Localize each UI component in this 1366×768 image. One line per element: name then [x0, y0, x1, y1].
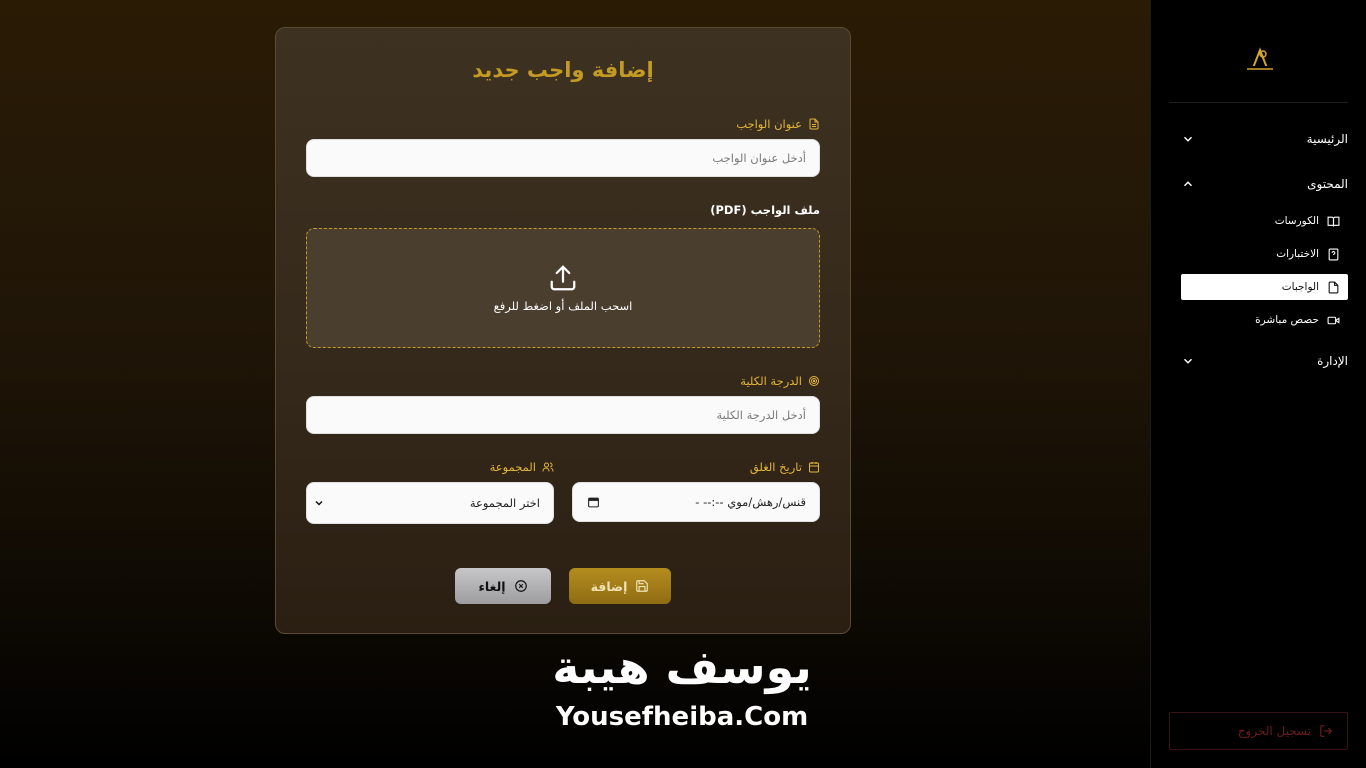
nav-admin[interactable]: الإدارة	[1181, 349, 1348, 373]
chevron-down-icon	[1183, 358, 1193, 364]
nav-content[interactable]: المحتوى	[1181, 172, 1348, 196]
target-icon	[809, 376, 819, 386]
total-grade-input[interactable]: أدخل الدرجة الكلية	[306, 396, 820, 434]
sidebar-item-assignments[interactable]: الواجبات	[1181, 274, 1348, 300]
file-icon	[1328, 281, 1339, 293]
save-icon	[636, 580, 649, 592]
users-icon	[542, 462, 554, 472]
close-date-input[interactable]: قنس/رهش/موي --:-- -	[572, 482, 820, 522]
file-dropzone[interactable]: اسحب الملف أو اضغط للرفع	[306, 228, 820, 348]
nav-home[interactable]: الرئيسية	[1181, 127, 1348, 151]
dropzone-text: اسحب الملف أو اضغط للرفع	[493, 299, 633, 313]
close-date-label: تاريخ الغلق	[750, 460, 820, 474]
sidebar: الرئيسية المحتوى الكورسات الاختبارات الو…	[1150, 0, 1366, 768]
video-icon	[1327, 316, 1340, 324]
watermark-arabic: يوسف هيبة	[552, 640, 812, 694]
logout-icon	[1320, 725, 1333, 737]
add-button[interactable]: إضافة	[569, 568, 671, 604]
calendar-icon	[809, 462, 819, 473]
cancel-button[interactable]: إلغاء	[455, 568, 551, 604]
close-circle-icon	[514, 580, 527, 592]
book-icon	[1327, 216, 1340, 226]
quiz-icon	[1328, 248, 1339, 260]
total-grade-label: الدرجة الكلية	[740, 374, 820, 388]
assignment-title-label: عنوان الواجب	[736, 117, 820, 131]
sidebar-item-live-sessions[interactable]: حصص مباشرة	[1181, 307, 1348, 333]
document-icon	[809, 118, 819, 130]
date-picker-icon[interactable]	[587, 496, 600, 509]
logout-button[interactable]: تسجيل الخروج	[1169, 712, 1348, 750]
add-assignment-card: إضافة واجب جديد عنوان الواجب أدخل عنوان …	[275, 27, 851, 634]
chevron-down-icon	[1183, 136, 1193, 142]
upload-icon	[550, 265, 576, 291]
chevron-down-icon	[315, 500, 323, 506]
watermark-english: Yousefheiba.Com	[555, 702, 809, 732]
sidebar-divider	[1169, 102, 1348, 103]
assignment-title-input[interactable]: أدخل عنوان الواجب	[306, 139, 820, 177]
chevron-up-icon	[1183, 181, 1193, 187]
group-label: المجموعة	[490, 460, 554, 474]
brand-logo[interactable]	[1243, 46, 1277, 74]
assignment-file-label: ملف الواجب (PDF)	[710, 203, 820, 217]
group-select[interactable]: اختر المجموعة	[306, 482, 554, 524]
page-title: إضافة واجب جديد	[472, 58, 654, 82]
sidebar-item-quizzes[interactable]: الاختبارات	[1181, 241, 1348, 267]
sidebar-item-courses[interactable]: الكورسات	[1181, 208, 1348, 234]
